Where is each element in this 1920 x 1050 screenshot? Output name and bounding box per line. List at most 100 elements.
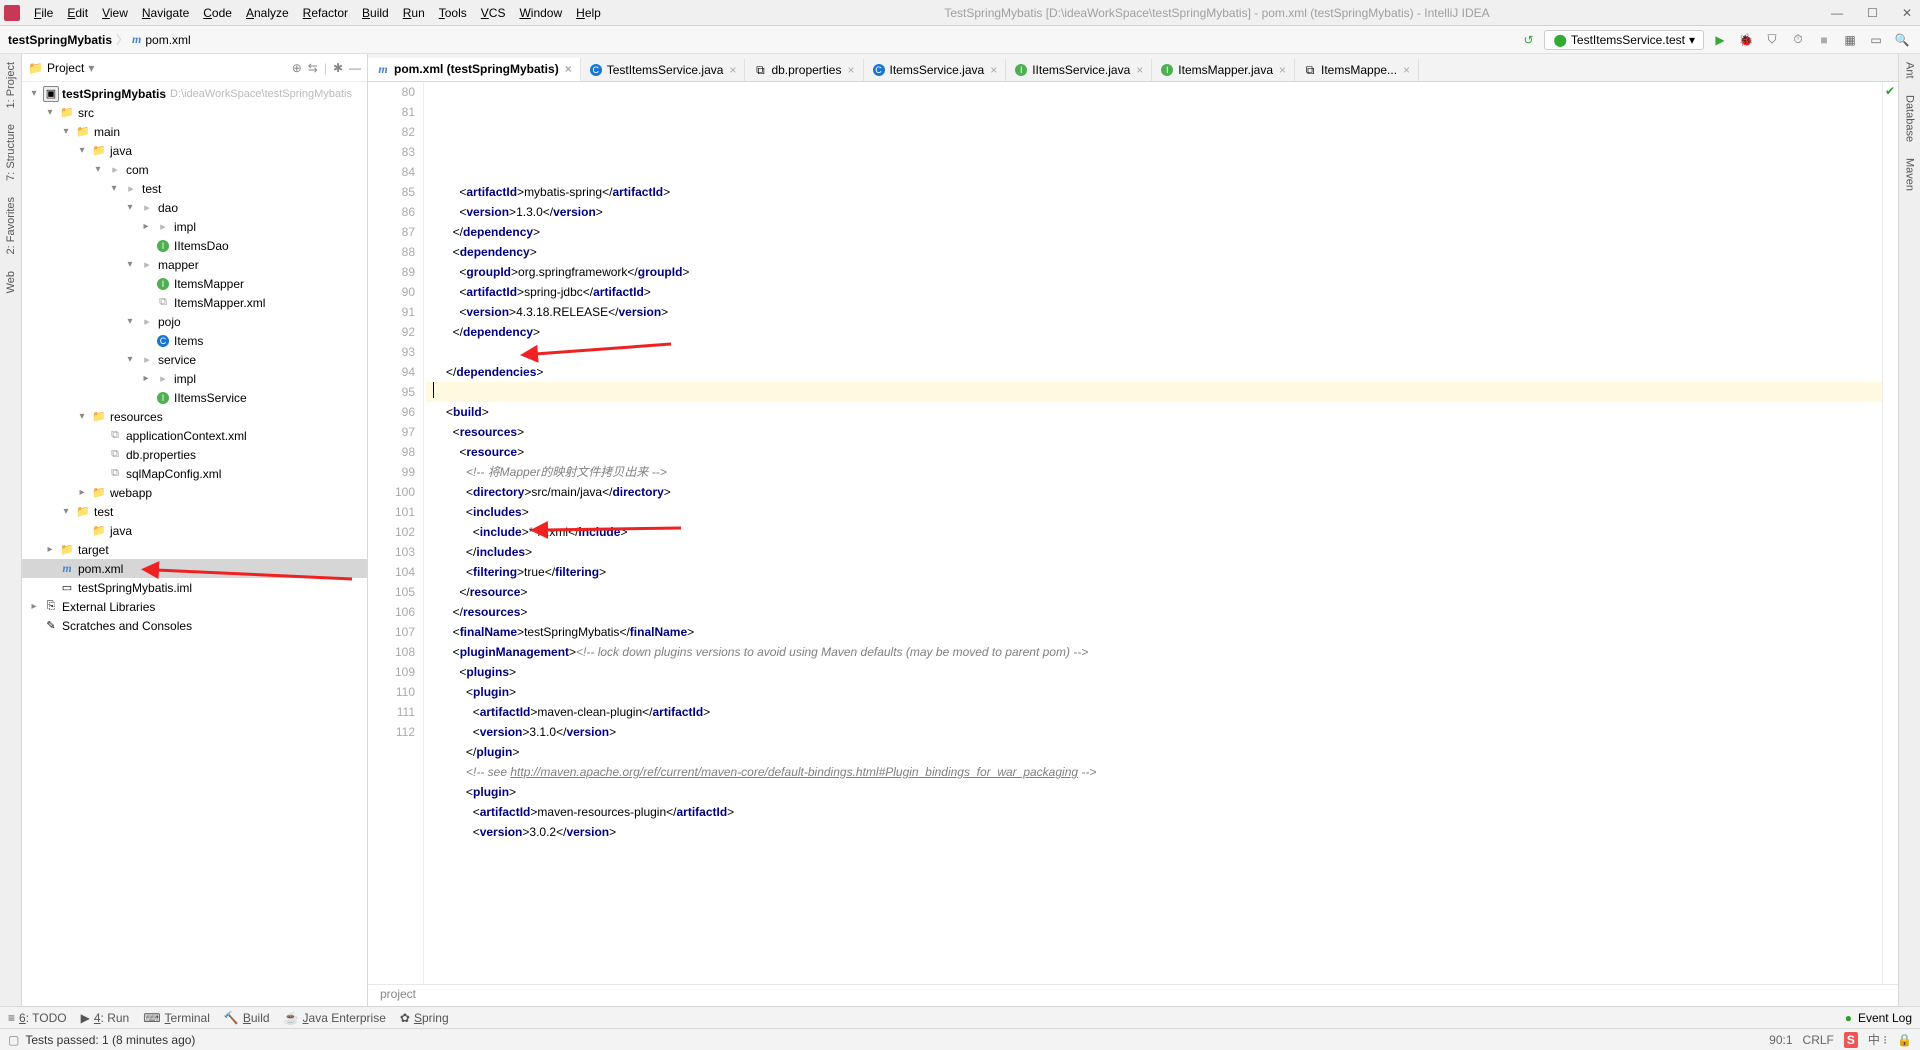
rail-project[interactable]: 1: Project <box>5 58 17 112</box>
toolwindow-terminal[interactable]: ⌨Terminal <box>143 1011 210 1025</box>
tree-item-applicationcontext-xml[interactable]: ⧉applicationContext.xml <box>22 426 367 445</box>
editor-breadcrumb[interactable]: project <box>368 984 1898 1006</box>
twisty-icon[interactable]: ▸ <box>140 373 152 384</box>
tree-item-sqlmapconfig-xml[interactable]: ⧉sqlMapConfig.xml <box>22 464 367 483</box>
twisty-icon[interactable]: ▾ <box>108 183 120 194</box>
rail-ant[interactable]: Ant <box>1904 58 1916 83</box>
close-tab-icon[interactable]: × <box>847 63 854 77</box>
tab-pom-xml--testspringmybatis-[interactable]: mpom.xml (testSpringMybatis)× <box>368 58 581 82</box>
minimize-icon[interactable]: — <box>1827 6 1847 20</box>
event-log-button[interactable]: Event Log <box>1858 1011 1912 1025</box>
project-tree[interactable]: ▾▣testSpringMybatisD:\ideaWorkSpace\test… <box>22 82 367 1006</box>
close-tab-icon[interactable]: × <box>565 62 572 76</box>
breadcrumb-project[interactable]: testSpringMybatis <box>8 33 112 47</box>
coverage-icon[interactable]: ⛉ <box>1762 30 1782 50</box>
menu-view[interactable]: View <box>96 4 134 22</box>
tree-item-main[interactable]: ▾📁main <box>22 122 367 141</box>
tree-item-pojo[interactable]: ▾▸pojo <box>22 312 367 331</box>
tree-item-items[interactable]: CItems <box>22 331 367 350</box>
tree-item-com[interactable]: ▾▸com <box>22 160 367 179</box>
window-icon[interactable]: ▭ <box>1866 30 1886 50</box>
tree-item-pom-xml[interactable]: mpom.xml <box>22 559 367 578</box>
close-tab-icon[interactable]: × <box>1279 63 1286 77</box>
tree-item-test[interactable]: ▾📁test <box>22 502 367 521</box>
tab-iitemsservice-java[interactable]: IIItemsService.java× <box>1006 59 1152 81</box>
layout-icon[interactable]: ▦ <box>1840 30 1860 50</box>
twisty-icon[interactable]: ▾ <box>92 164 104 175</box>
search-icon[interactable]: 🔍 <box>1892 30 1912 50</box>
twisty-icon[interactable]: ▾ <box>44 107 56 118</box>
close-tab-icon[interactable]: × <box>990 63 997 77</box>
lock-icon[interactable]: 🔒 <box>1897 1033 1912 1047</box>
tab-itemsmapper-java[interactable]: IItemsMapper.java× <box>1152 59 1295 81</box>
ime-icon[interactable]: S <box>1844 1032 1858 1048</box>
menu-navigate[interactable]: Navigate <box>136 4 195 22</box>
tree-item-resources[interactable]: ▾📁resources <box>22 407 367 426</box>
menu-refactor[interactable]: Refactor <box>297 4 354 22</box>
tree-item-webapp[interactable]: ▸📁webapp <box>22 483 367 502</box>
menu-help[interactable]: Help <box>570 4 607 22</box>
code-area[interactable]: <artifactId>mybatis-spring</artifactId> … <box>424 82 1882 984</box>
tree-item-java[interactable]: ▾📁java <box>22 141 367 160</box>
menu-analyze[interactable]: Analyze <box>240 4 295 22</box>
breadcrumb-file[interactable]: pom.xml <box>145 33 190 47</box>
toolwindow-run[interactable]: ▶4: Run <box>81 1011 130 1025</box>
rail-maven[interactable]: Maven <box>1904 154 1916 195</box>
close-icon[interactable]: ✕ <box>1898 6 1916 20</box>
hide-icon[interactable]: — <box>349 61 361 75</box>
tree-item-iitemsservice[interactable]: IIItemsService <box>22 388 367 407</box>
sync-icon[interactable]: ↺ <box>1518 30 1538 50</box>
chevron-down-icon[interactable]: ▾ <box>88 61 94 75</box>
locate-icon[interactable]: ⊕ <box>292 61 302 75</box>
menu-window[interactable]: Window <box>513 4 568 22</box>
tree-item-testspringmybatis[interactable]: ▾▣testSpringMybatisD:\ideaWorkSpace\test… <box>22 84 367 103</box>
line-separator[interactable]: CRLF <box>1803 1033 1834 1047</box>
rail-favorites[interactable]: 2: Favorites <box>5 193 17 258</box>
rail-database[interactable]: Database <box>1904 91 1916 146</box>
toolwindow-build[interactable]: 🔨Build <box>224 1011 270 1025</box>
tab-testitemsservice-java[interactable]: CTestItemsService.java× <box>581 59 746 81</box>
tab-db-properties[interactable]: ⧉db.properties× <box>745 59 863 81</box>
twisty-icon[interactable]: ▾ <box>124 354 136 365</box>
tree-item-impl[interactable]: ▸▸impl <box>22 369 367 388</box>
twisty-icon[interactable]: ▸ <box>44 544 56 555</box>
tree-item-itemsmapper-xml[interactable]: ⧉ItemsMapper.xml <box>22 293 367 312</box>
twisty-icon[interactable]: ▾ <box>60 126 72 137</box>
twisty-icon[interactable]: ▾ <box>124 259 136 270</box>
menu-tools[interactable]: Tools <box>433 4 473 22</box>
profiler-icon[interactable]: ⏱ <box>1788 30 1808 50</box>
close-tab-icon[interactable]: × <box>1136 63 1143 77</box>
twisty-icon[interactable]: ▸ <box>76 487 88 498</box>
menu-edit[interactable]: Edit <box>61 4 94 22</box>
twisty-icon[interactable]: ▸ <box>28 601 40 612</box>
twisty-icon[interactable]: ▾ <box>60 506 72 517</box>
rail-web[interactable]: Web <box>5 267 17 297</box>
tree-item-db-properties[interactable]: ⧉db.properties <box>22 445 367 464</box>
tree-item-java[interactable]: 📁java <box>22 521 367 540</box>
tree-item-external-libraries[interactable]: ▸⎘External Libraries <box>22 597 367 616</box>
tab-itemsservice-java[interactable]: CItemsService.java× <box>864 59 1007 81</box>
menu-build[interactable]: Build <box>356 4 395 22</box>
run-config-dropdown[interactable]: ⬤ TestItemsService.test ▾ <box>1544 30 1704 50</box>
menu-file[interactable]: File <box>28 4 59 22</box>
toolwindow-spring[interactable]: ✿Spring <box>400 1011 449 1025</box>
collapse-icon[interactable]: ⇆ <box>308 61 318 75</box>
maximize-icon[interactable]: ☐ <box>1863 6 1882 20</box>
rail-structure[interactable]: 7: Structure <box>5 120 17 185</box>
project-view-title[interactable]: Project <box>47 61 84 75</box>
twisty-icon[interactable]: ▾ <box>124 316 136 327</box>
tree-item-dao[interactable]: ▾▸dao <box>22 198 367 217</box>
tree-item-service[interactable]: ▾▸service <box>22 350 367 369</box>
stop-icon[interactable]: ■ <box>1814 30 1834 50</box>
tree-item-itemsmapper[interactable]: IItemsMapper <box>22 274 367 293</box>
debug-icon[interactable]: 🐞 <box>1736 30 1756 50</box>
tree-item-iitemsdao[interactable]: IIItemsDao <box>22 236 367 255</box>
tree-item-test[interactable]: ▾▸test <box>22 179 367 198</box>
tab-itemsmappe---[interactable]: ⧉ItemsMappe...× <box>1295 59 1419 81</box>
tree-item-testspringmybatis-iml[interactable]: ▭testSpringMybatis.iml <box>22 578 367 597</box>
toolwindow-javaenterprise[interactable]: ☕Java Enterprise <box>284 1011 386 1025</box>
tree-item-scratches-and-consoles[interactable]: ✎Scratches and Consoles <box>22 616 367 635</box>
tree-item-mapper[interactable]: ▾▸mapper <box>22 255 367 274</box>
close-tab-icon[interactable]: × <box>729 63 736 77</box>
menu-run[interactable]: Run <box>397 4 431 22</box>
